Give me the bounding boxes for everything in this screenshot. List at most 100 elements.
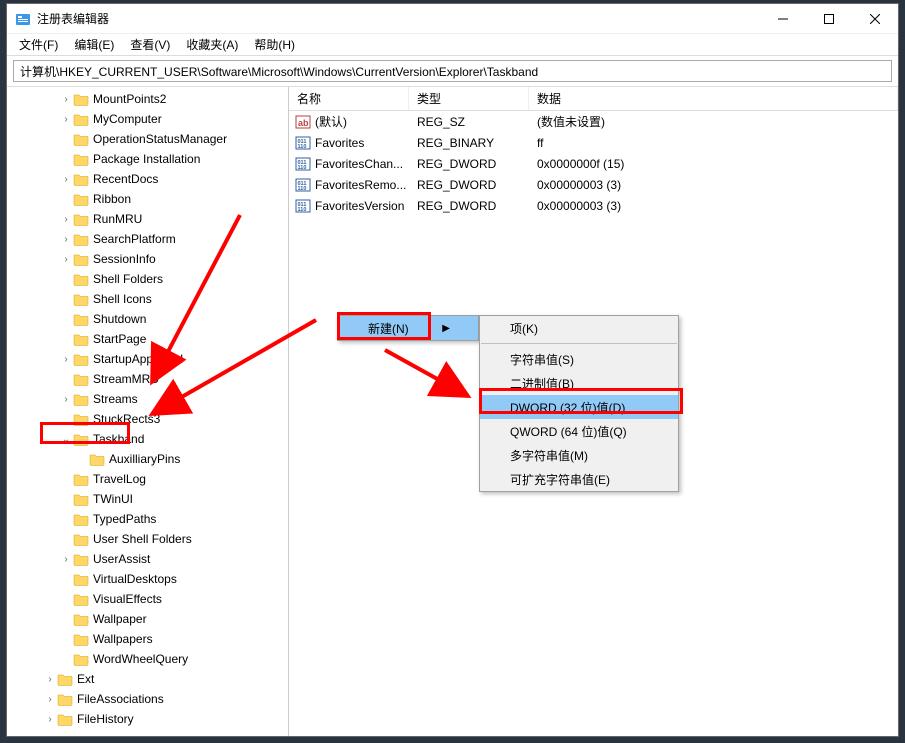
tree-item[interactable]: ›Streams — [7, 389, 288, 409]
tree-item-label: Package Installation — [93, 152, 200, 166]
expand-toggle[interactable]: › — [59, 214, 73, 225]
menu-view[interactable]: 查看(V) — [122, 34, 178, 55]
ctx-new-label: 新建(N) — [368, 320, 409, 337]
folder-icon — [73, 211, 89, 227]
ctx-multistring[interactable]: 多字符串值(M) — [480, 443, 678, 467]
folder-icon — [73, 531, 89, 547]
tree-item[interactable]: Shell Icons — [7, 289, 288, 309]
folder-icon — [73, 571, 89, 587]
folder-icon — [73, 271, 89, 287]
tree-item[interactable]: TypedPaths — [7, 509, 288, 529]
list-row[interactable]: 011110FavoritesREG_BINARYff — [289, 132, 898, 153]
tree-item[interactable]: › UserAssist — [7, 549, 288, 569]
tree-item-label: Ext — [77, 672, 94, 686]
close-button[interactable] — [852, 4, 898, 34]
tree-item[interactable]: ›MountPoints2 — [7, 89, 288, 109]
ctx-new[interactable]: 新建(N) ▶ — [338, 316, 478, 340]
tree-item[interactable]: Package Installation — [7, 149, 288, 169]
tree-item-label: Wallpapers — [93, 632, 153, 646]
window-title: 注册表编辑器 — [37, 10, 760, 27]
menu-edit[interactable]: 编辑(E) — [66, 34, 122, 55]
expand-toggle[interactable]: › — [59, 254, 73, 265]
tree-item[interactable]: Ribbon — [7, 189, 288, 209]
tree-item[interactable]: VirtualDesktops — [7, 569, 288, 589]
tree-item-label: FileHistory — [77, 712, 134, 726]
tree-item-label: Taskband — [93, 432, 144, 446]
tree-item[interactable]: Shell Folders — [7, 269, 288, 289]
tree-item[interactable]: › SearchPlatform — [7, 229, 288, 249]
tree-item[interactable]: ›FileAssociations — [7, 689, 288, 709]
minimize-button[interactable] — [760, 4, 806, 34]
tree-item[interactable]: StartPage — [7, 329, 288, 349]
tree-item-label: StartupApproved — [93, 352, 183, 366]
tree-item[interactable]: ›SessionInfo — [7, 249, 288, 269]
tree-item-label: TypedPaths — [93, 512, 156, 526]
ctx-qword[interactable]: QWORD (64 位)值(Q) — [480, 419, 678, 443]
expand-toggle[interactable]: › — [59, 394, 73, 405]
tree-item[interactable]: StreamMRU — [7, 369, 288, 389]
folder-icon — [73, 591, 89, 607]
svg-text:110: 110 — [298, 165, 307, 171]
tree-item[interactable]: Wallpapers — [7, 629, 288, 649]
tree-item-label: SearchPlatform — [93, 232, 176, 246]
expand-toggle[interactable]: › — [59, 234, 73, 245]
tree-item[interactable]: WordWheelQuery — [7, 649, 288, 669]
menu-favorites[interactable]: 收藏夹(A) — [178, 34, 246, 55]
expand-toggle[interactable]: › — [43, 694, 57, 705]
tree-item[interactable]: › StartupApproved — [7, 349, 288, 369]
tree-item[interactable]: › FileHistory — [7, 709, 288, 729]
expand-toggle[interactable]: › — [43, 714, 57, 725]
tree-item[interactable]: TravelLog — [7, 469, 288, 489]
context-menu-primary: 新建(N) ▶ — [337, 315, 479, 341]
list-row[interactable]: 011110FavoritesRemo...REG_DWORD0x0000000… — [289, 174, 898, 195]
address-input[interactable] — [13, 60, 892, 82]
tree-item[interactable]: Shutdown — [7, 309, 288, 329]
expand-toggle[interactable]: › — [59, 554, 73, 565]
expand-toggle[interactable]: › — [59, 354, 73, 365]
tree-item[interactable]: › Ext — [7, 669, 288, 689]
tree-item-label: StartPage — [93, 332, 146, 346]
tree-item[interactable]: User Shell Folders — [7, 529, 288, 549]
ctx-string[interactable]: 字符串值(S) — [480, 347, 678, 371]
tree-item[interactable]: OperationStatusManager — [7, 129, 288, 149]
tree-item[interactable]: TWinUI — [7, 489, 288, 509]
tree-item[interactable]: AuxilliaryPins — [7, 449, 288, 469]
list-row[interactable]: ab(默认)REG_SZ(数值未设置) — [289, 111, 898, 132]
menu-help[interactable]: 帮助(H) — [246, 34, 303, 55]
tree-item[interactable]: ›RecentDocs — [7, 169, 288, 189]
tree-item[interactable]: StuckRects3 — [7, 409, 288, 429]
tree-item[interactable]: ⌄ Taskband — [7, 429, 288, 449]
tree-item-label: Ribbon — [93, 192, 131, 206]
binary-value-icon: 011110 — [295, 156, 311, 172]
expand-toggle[interactable]: › — [59, 174, 73, 185]
col-header-data[interactable]: 数据 — [529, 87, 898, 110]
folder-icon — [73, 411, 89, 427]
maximize-button[interactable] — [806, 4, 852, 34]
tree-item[interactable]: ›RunMRU — [7, 209, 288, 229]
value-data: 0x00000003 (3) — [529, 178, 898, 192]
tree-item[interactable]: ›MyComputer — [7, 109, 288, 129]
col-header-name[interactable]: 名称 — [289, 87, 409, 110]
list-body: ab(默认)REG_SZ(数值未设置)011110FavoritesREG_BI… — [289, 111, 898, 216]
list-row[interactable]: 011110FavoritesChan...REG_DWORD0x0000000… — [289, 153, 898, 174]
tree-item-label: UserAssist — [93, 552, 150, 566]
tree-item[interactable]: Wallpaper — [7, 609, 288, 629]
expand-toggle[interactable]: › — [43, 674, 57, 685]
expand-toggle[interactable]: › — [59, 94, 73, 105]
tree-scroll[interactable]: ›MountPoints2›MyComputer OperationStatusM… — [7, 87, 288, 736]
ctx-binary[interactable]: 二进制值(B) — [480, 371, 678, 395]
string-value-icon: ab — [295, 114, 311, 130]
ctx-dword[interactable]: DWORD (32 位)值(D) — [480, 395, 678, 419]
tree-item[interactable]: VisualEffects — [7, 589, 288, 609]
binary-value-icon: 011110 — [295, 177, 311, 193]
expand-toggle[interactable]: › — [59, 114, 73, 125]
tree-item-label: OperationStatusManager — [93, 132, 227, 146]
ctx-expandstring[interactable]: 可扩充字符串值(E) — [480, 467, 678, 491]
titlebar: 注册表编辑器 — [7, 4, 898, 34]
col-header-type[interactable]: 类型 — [409, 87, 529, 110]
menu-file[interactable]: 文件(F) — [11, 34, 66, 55]
value-type: REG_DWORD — [409, 199, 529, 213]
ctx-key[interactable]: 项(K) — [480, 316, 678, 340]
expand-toggle[interactable]: ⌄ — [59, 434, 73, 445]
list-row[interactable]: 011110FavoritesVersionREG_DWORD0x0000000… — [289, 195, 898, 216]
